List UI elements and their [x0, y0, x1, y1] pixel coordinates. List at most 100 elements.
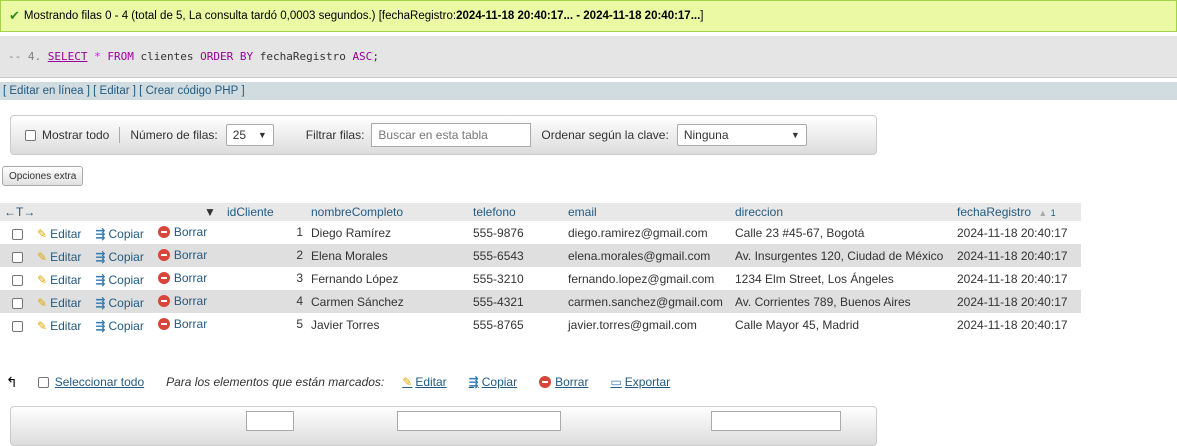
cell-telefono[interactable]: 555-9876 [469, 221, 564, 244]
sort-value: Ninguna [683, 128, 729, 142]
edit-inline-link[interactable]: Editar en línea [9, 85, 83, 97]
row-actions: ✎ Editar ⇶ Copiar Borrar 1 [0, 221, 307, 244]
row-copy-button[interactable]: ⇶ Copiar [95, 250, 143, 264]
select-all-checkbox[interactable] [37, 376, 49, 388]
sql-star: * [94, 50, 101, 63]
cell-nombre[interactable]: Elena Morales [307, 244, 469, 267]
delete-icon [157, 317, 170, 330]
row-copy-label: Copiar [108, 295, 144, 310]
row-edit-label: Editar [50, 318, 82, 333]
row-copy-button[interactable]: ⇶ Copiar [95, 273, 143, 287]
row-delete-button[interactable]: Borrar [157, 225, 207, 239]
cell-fecha[interactable]: 2024-11-18 20:40:17 [953, 244, 1081, 267]
bulk-copy-button[interactable]: ⇶ Copiar [469, 375, 517, 389]
cell-idcliente[interactable]: 3 [296, 271, 303, 285]
row-copy-button[interactable]: ⇶ Copiar [95, 319, 143, 333]
arrow-up-icon: ↰ [6, 373, 18, 390]
row-copy-button[interactable]: ⇶ Copiar [95, 227, 143, 241]
show-all-checkbox[interactable] [25, 129, 36, 141]
row-copy-label: Copiar [108, 272, 144, 287]
cell-idcliente[interactable]: 5 [296, 317, 303, 331]
cell-nombre[interactable]: Diego Ramírez [307, 221, 469, 244]
cell-telefono[interactable]: 555-8765 [469, 313, 564, 336]
header-email[interactable]: email [564, 203, 731, 222]
cell-fecha[interactable]: 2024-11-18 20:40:17 [953, 221, 1081, 244]
export-icon: ▭ [610, 375, 622, 389]
row-delete-button[interactable]: Borrar [157, 316, 208, 331]
bulk-edit-button[interactable]: ✎ Editar [402, 375, 446, 389]
sort-arrow-icon[interactable]: ▼ [204, 205, 216, 219]
cell-nombre[interactable]: Javier Torres [307, 313, 469, 336]
row-delete-button[interactable]: Borrar [157, 247, 208, 262]
cell-nombre[interactable]: Carmen Sánchez [307, 290, 469, 313]
sort-select-bottom[interactable] [711, 411, 841, 431]
row-delete-label: Borrar [173, 247, 208, 262]
sql-select-link[interactable]: SELECT [48, 50, 88, 63]
row-delete-label: Borrar [173, 316, 208, 331]
row-edit-button[interactable]: ✎ Editar [37, 273, 81, 287]
row-copy-label: Copiar [108, 226, 144, 241]
sql-table: clientes [140, 50, 194, 63]
header-actions: ←T→ ▼ idCliente [0, 203, 307, 222]
cell-idcliente[interactable]: 2 [296, 248, 303, 262]
cell-telefono[interactable]: 555-3210 [469, 267, 564, 290]
cell-direccion[interactable]: Av. Insurgentes 120, Ciudad de México [731, 244, 953, 267]
cell-direccion[interactable]: Calle 23 #45-67, Bogotá [731, 221, 953, 244]
row-checkbox[interactable] [12, 320, 23, 332]
edit-link[interactable]: Editar [100, 85, 130, 97]
export-button[interactable]: ▭ Exportar [610, 375, 670, 389]
row-checkbox[interactable] [12, 251, 23, 263]
row-delete-button[interactable]: Borrar [157, 294, 207, 308]
bulk-delete-button[interactable]: Borrar [539, 375, 588, 389]
filter-input[interactable]: Buscar en esta tabla [371, 123, 532, 147]
rows-select-bottom[interactable] [246, 411, 294, 431]
header-direccion[interactable]: direccion [731, 203, 953, 222]
filter-input-bottom[interactable] [397, 411, 561, 431]
cell-fecha[interactable]: 2024-11-18 20:40:17 [953, 290, 1081, 313]
header-idcliente[interactable]: idCliente [227, 205, 274, 219]
cell-email[interactable]: diego.ramirez@gmail.com [564, 221, 731, 244]
cell-email[interactable]: fernando.lopez@gmail.com [564, 267, 731, 290]
cell-email[interactable]: elena.morales@gmail.com [564, 244, 731, 267]
sql-column: fechaRegistro [259, 50, 346, 63]
rows-select[interactable]: 25 ▼ [225, 124, 274, 146]
filter-placeholder: Buscar en esta tabla [378, 128, 488, 142]
cell-direccion[interactable]: Av. Corrientes 789, Buenos Aires [731, 290, 953, 313]
header-nombre[interactable]: nombreCompleto [307, 203, 469, 222]
filter-label: Filtrar filas: [305, 128, 365, 142]
cell-telefono[interactable]: 555-4321 [469, 290, 564, 313]
rows-value: 25 [232, 128, 247, 142]
select-all-link[interactable]: Seleccionar todo [55, 375, 144, 389]
header-fecha[interactable]: fechaRegistro ▲ 1 [953, 203, 1081, 222]
sort-select[interactable]: Ninguna ▼ [676, 124, 807, 146]
row-delete-button[interactable]: Borrar [157, 271, 207, 285]
copy-icon: ⇶ [95, 272, 106, 287]
header-telefono[interactable]: telefono [469, 203, 564, 222]
status-suffix: ] [700, 10, 704, 22]
status-range: 2024-11-18 20:40:17... - 2024-11-18 20:4… [456, 10, 701, 22]
extra-options-button[interactable]: Opciones extra [2, 166, 84, 186]
cell-nombre[interactable]: Fernando López [307, 267, 469, 290]
row-edit-button[interactable]: ✎ Editar [37, 227, 81, 241]
cell-email[interactable]: carmen.sanchez@gmail.com [564, 290, 731, 313]
row-edit-button[interactable]: ✎ Editar [37, 250, 81, 264]
row-checkbox[interactable] [12, 229, 23, 241]
row-edit-button[interactable]: ✎ Editar [37, 296, 81, 310]
row-checkbox[interactable] [12, 274, 23, 286]
cell-idcliente[interactable]: 1 [296, 225, 303, 239]
bulk-actions-bar: ↰ Seleccionar todo Para los elementos qu… [6, 372, 692, 392]
sql-from: FROM [107, 50, 134, 63]
cell-fecha[interactable]: 2024-11-18 20:40:17 [953, 267, 1081, 290]
header-fecha-label: fechaRegistro [957, 204, 1032, 219]
cell-email[interactable]: javier.torres@gmail.com [564, 313, 731, 336]
row-edit-button[interactable]: ✎ Editar [37, 319, 81, 333]
cell-direccion[interactable]: 1234 Elm Street, Los Ángeles [731, 267, 953, 290]
cell-fecha[interactable]: 2024-11-18 20:40:17 [953, 313, 1081, 336]
row-checkbox[interactable] [12, 297, 23, 309]
column-toggle-icon[interactable]: ←T→ [4, 205, 35, 219]
cell-idcliente[interactable]: 4 [296, 294, 303, 308]
create-php-link[interactable]: Crear código PHP [146, 85, 239, 97]
row-copy-button[interactable]: ⇶ Copiar [95, 296, 143, 310]
cell-direccion[interactable]: Calle Mayor 45, Madrid [731, 313, 953, 336]
cell-telefono[interactable]: 555-6543 [469, 244, 564, 267]
